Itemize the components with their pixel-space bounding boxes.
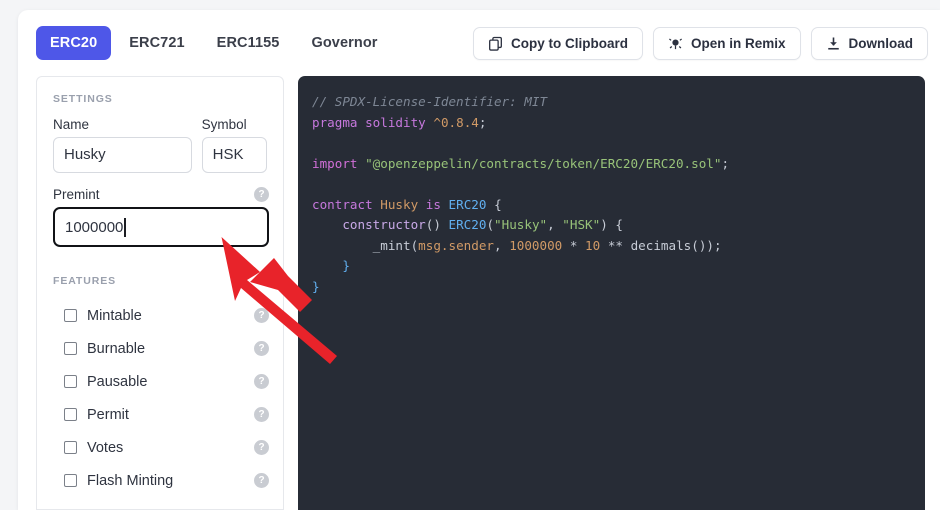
checkbox-icon[interactable]	[64, 309, 77, 322]
remix-icon	[668, 36, 683, 51]
contract-type-tabs: ERC20 ERC721 ERC1155 Governor	[36, 26, 392, 60]
feature-help-icon[interactable]: ?	[254, 308, 269, 323]
copy-to-clipboard-label: Copy to Clipboard	[510, 35, 628, 51]
name-field-group: Name Husky	[53, 117, 192, 173]
toolbar-actions: Copy to Clipboard Open in Remix Download	[472, 26, 928, 60]
name-input[interactable]: Husky	[53, 137, 192, 173]
feature-label: Pausable	[87, 373, 148, 390]
premint-help-icon[interactable]: ?	[254, 187, 269, 202]
premint-label-row: Premint ?	[53, 187, 269, 202]
symbol-field-group: Symbol HSK	[201, 117, 267, 173]
feature-help-icon[interactable]: ?	[254, 473, 269, 488]
tab-governor[interactable]: Governor	[297, 26, 391, 60]
copy-to-clipboard-button[interactable]: Copy to Clipboard	[472, 26, 643, 60]
solidity-code: // SPDX-License-Identifier: MIT pragma s…	[312, 94, 730, 294]
tab-erc1155[interactable]: ERC1155	[203, 26, 294, 60]
checkbox-icon[interactable]	[64, 375, 77, 388]
download-icon	[826, 36, 841, 51]
feature-help-icon[interactable]: ?	[254, 440, 269, 455]
settings-sidebar: SETTINGS Name Husky Symbol HSK Premint ?…	[36, 76, 284, 510]
checkbox-icon[interactable]	[64, 408, 77, 421]
checkbox-icon[interactable]	[64, 441, 77, 454]
copy-icon	[488, 36, 503, 51]
feature-pausable[interactable]: Pausable ?	[53, 365, 269, 398]
settings-heading: SETTINGS	[53, 93, 113, 105]
download-label: Download	[848, 35, 914, 51]
name-symbol-row: Name Husky Symbol HSK	[53, 117, 267, 173]
feature-help-icon[interactable]: ?	[254, 374, 269, 389]
feature-label: Permit	[87, 406, 129, 423]
feature-label: Flash Minting	[87, 472, 174, 489]
feature-votes[interactable]: Votes ?	[53, 431, 269, 464]
feature-label: Mintable	[87, 307, 142, 324]
feature-label: Burnable	[87, 340, 146, 357]
feature-burnable[interactable]: Burnable ?	[53, 332, 269, 365]
top-toolbar: ERC20 ERC721 ERC1155 Governor Copy to Cl…	[18, 10, 940, 76]
premint-input[interactable]: 1000000	[53, 207, 269, 247]
text-cursor	[124, 217, 126, 237]
feature-help-icon[interactable]: ?	[254, 341, 269, 356]
code-preview-panel[interactable]: // SPDX-License-Identifier: MIT pragma s…	[298, 76, 925, 510]
tab-erc20[interactable]: ERC20	[36, 26, 112, 60]
feature-mintable[interactable]: Mintable ?	[53, 299, 269, 332]
open-in-remix-button[interactable]: Open in Remix	[652, 26, 801, 60]
feature-label: Votes	[87, 439, 124, 456]
token-wizard-page: ERC20 ERC721 ERC1155 Governor Copy to Cl…	[0, 0, 940, 510]
tab-erc721[interactable]: ERC721	[115, 26, 198, 60]
open-in-remix-label: Open in Remix	[690, 35, 786, 51]
feature-help-icon[interactable]: ?	[254, 407, 269, 422]
premint-value: 1000000	[65, 218, 124, 236]
premint-label: Premint	[53, 187, 100, 202]
checkbox-icon[interactable]	[64, 342, 77, 355]
features-heading: FEATURES	[53, 275, 117, 287]
checkbox-icon[interactable]	[64, 474, 77, 487]
feature-permit[interactable]: Permit ?	[53, 398, 269, 431]
feature-flash-minting[interactable]: Flash Minting ?	[53, 464, 269, 497]
symbol-input[interactable]: HSK	[201, 137, 267, 173]
name-label: Name	[53, 117, 90, 132]
download-button[interactable]: Download	[810, 26, 928, 60]
symbol-label: Symbol	[201, 117, 247, 132]
